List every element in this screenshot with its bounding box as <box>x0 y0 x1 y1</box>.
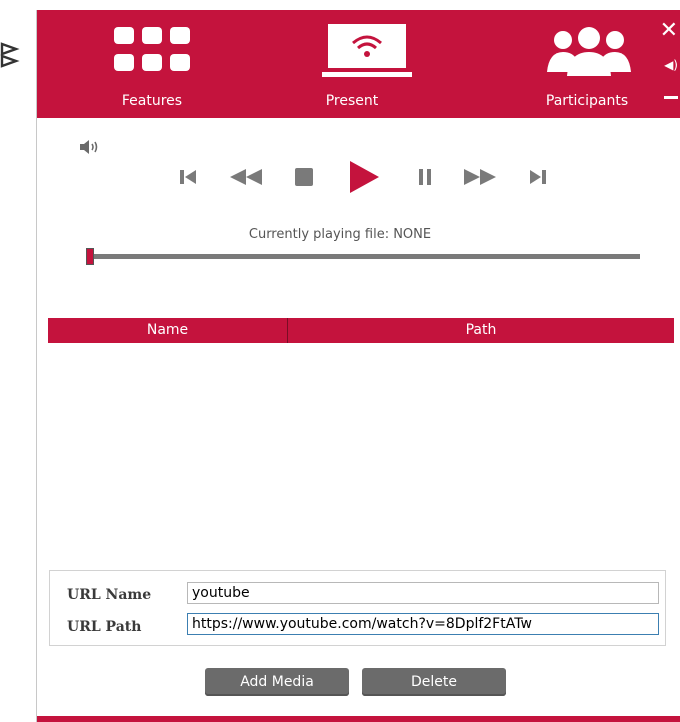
nav-participants[interactable]: Participants <box>507 10 667 118</box>
speaker-icon[interactable] <box>78 138 106 156</box>
pause-button[interactable] <box>413 160 437 194</box>
nav-present-label: Present <box>325 93 379 109</box>
url-form-panel: URL Name URL Path <box>49 570 666 646</box>
play-button[interactable] <box>346 160 382 194</box>
play-icon <box>350 161 379 193</box>
pause-icon <box>419 169 431 185</box>
delete-button[interactable]: Delete <box>362 668 506 696</box>
column-header-name[interactable]: Name <box>48 318 288 343</box>
close-icon[interactable]: ✕ <box>660 18 678 43</box>
seek-slider-thumb[interactable] <box>86 248 94 265</box>
fast-forward-icon <box>464 169 496 185</box>
column-header-path[interactable]: Path <box>288 318 674 343</box>
seek-slider-track[interactable] <box>88 254 640 259</box>
nav-participants-label: Participants <box>545 93 629 109</box>
va-logo-icon <box>0 42 20 68</box>
rewind-icon <box>230 169 262 185</box>
bottom-accent-bar <box>37 716 680 722</box>
rewind-button[interactable] <box>226 160 266 194</box>
people-icon <box>547 27 631 76</box>
url-path-input[interactable] <box>187 613 659 635</box>
stop-icon <box>295 168 313 186</box>
stop-button[interactable] <box>291 160 317 194</box>
url-path-label: URL Path <box>67 619 142 635</box>
nav-present[interactable]: Present <box>277 10 427 118</box>
media-table-header: Name Path <box>48 318 674 343</box>
grid-icon <box>114 27 190 77</box>
skip-end-button[interactable] <box>526 160 550 194</box>
skip-start-button[interactable] <box>176 160 200 194</box>
add-media-button[interactable]: Add Media <box>205 668 349 696</box>
header-speaker-icon[interactable]: ◀︎) <box>664 58 678 72</box>
nav-features-label: Features <box>121 93 183 109</box>
nav-features[interactable]: Features <box>82 10 222 118</box>
media-table-body[interactable] <box>48 343 674 565</box>
skip-start-icon <box>180 170 196 184</box>
present-screen-icon <box>322 24 412 77</box>
minimize-icon[interactable] <box>664 96 678 99</box>
skip-end-icon <box>530 170 546 184</box>
url-name-label: URL Name <box>67 587 152 603</box>
now-playing-status: Currently playing file: NONE <box>248 227 432 242</box>
fast-forward-button[interactable] <box>460 160 500 194</box>
url-name-input[interactable] <box>187 582 659 604</box>
top-nav-bar: Features Present Participants ✕ ◀︎) <box>37 10 680 118</box>
